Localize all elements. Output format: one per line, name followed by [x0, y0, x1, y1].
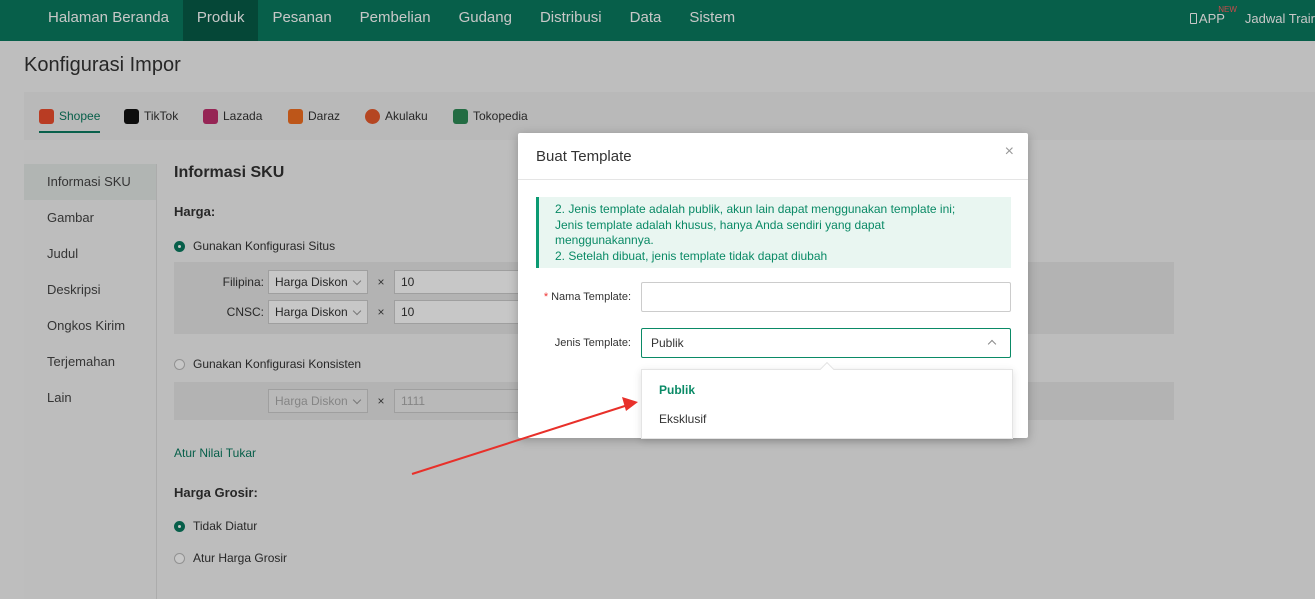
select-value: Publik: [651, 336, 684, 350]
template-name-input[interactable]: [641, 282, 1011, 312]
modal-title: Buat Template: [536, 148, 632, 165]
label-text: Nama Template:: [551, 291, 631, 303]
option-publik[interactable]: Publik: [659, 383, 695, 397]
required-mark: *: [543, 291, 549, 303]
notice-line: menggunakannya.: [555, 233, 654, 247]
notice-line: Jenis template adalah khusus, hanya Anda…: [555, 217, 885, 232]
close-icon[interactable]: ×: [1005, 143, 1014, 161]
option-eksklusif[interactable]: Eksklusif: [659, 412, 706, 426]
notice-line: 2. Setelah dibuat, jenis template tidak …: [555, 248, 828, 263]
notice-box: 2. Jenis template adalah publik, akun la…: [536, 197, 1011, 268]
template-name-label: * Nama Template:: [518, 291, 641, 303]
notice-line: 2. Jenis template adalah publik, akun la…: [555, 202, 956, 216]
template-name-row: * Nama Template:: [518, 282, 1011, 312]
chevron-up-icon: [987, 339, 997, 349]
template-type-select[interactable]: Publik: [641, 328, 1011, 358]
template-type-label: Jenis Template:: [554, 337, 631, 349]
modal-header: Buat Template ×: [518, 133, 1028, 180]
template-type-row: Jenis Template: Publik: [518, 328, 1011, 358]
template-type-dropdown: Publik Eksklusif: [641, 361, 1013, 439]
